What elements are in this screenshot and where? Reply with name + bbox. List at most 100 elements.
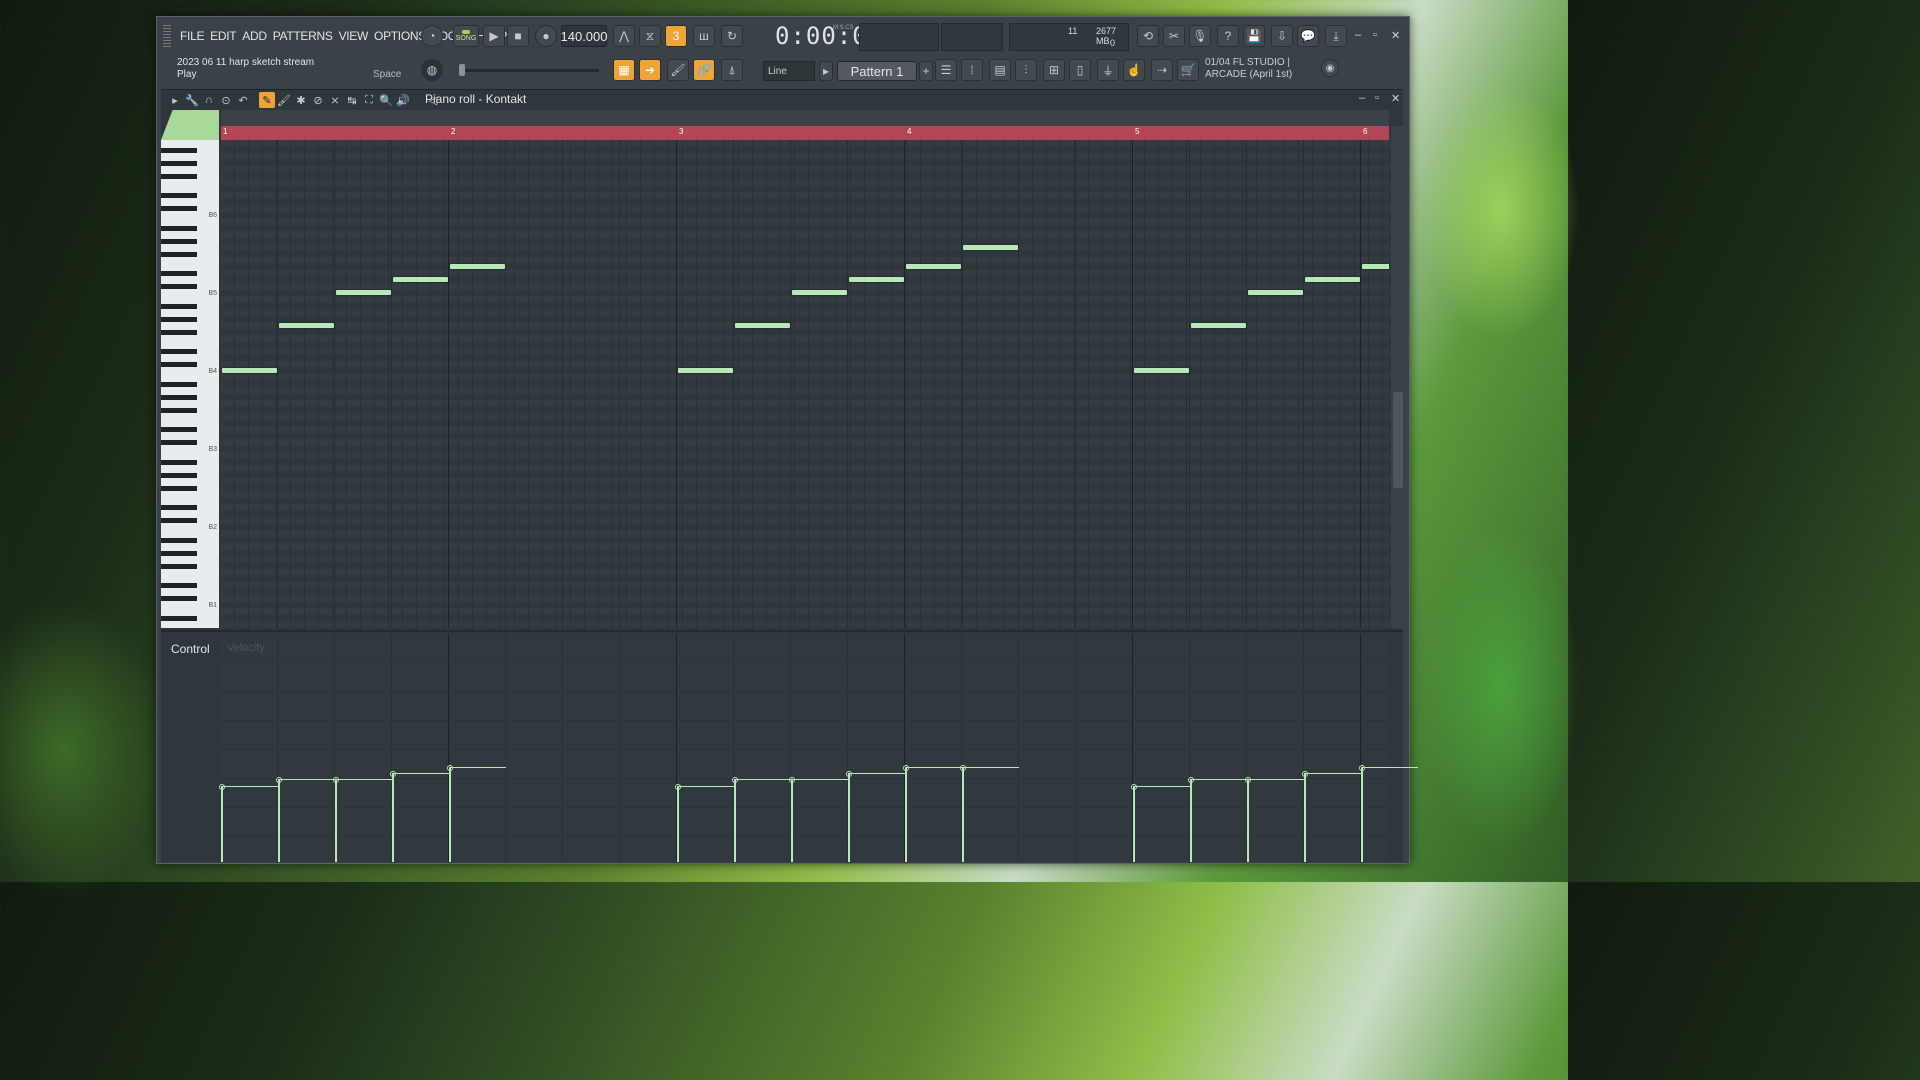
velocity-handle[interactable] [1359,764,1365,771]
note[interactable] [336,290,391,295]
black-key[interactable] [161,349,197,354]
velocity-stem[interactable] [449,767,451,862]
black-key[interactable] [161,284,197,289]
velocity-stem[interactable] [962,767,964,862]
pr-detach-button[interactable]: ▫ [1375,92,1379,104]
pencil-icon[interactable]: ✎ [259,92,275,108]
note[interactable] [222,368,277,373]
velocity-stem[interactable] [1247,780,1249,862]
black-key[interactable] [161,225,197,231]
velocity-stem[interactable] [221,786,223,862]
brush-icon[interactable]: 🖌 [667,59,689,81]
black-key[interactable] [161,518,197,523]
slider-handle[interactable] [459,64,465,76]
speaker-icon[interactable]: 🔊 [395,92,411,108]
vertical-scrollbar[interactable] [1391,126,1403,628]
note[interactable] [1248,290,1303,295]
note[interactable] [792,290,847,295]
black-key[interactable] [161,596,197,601]
pattern-prev-icon[interactable]: ▸ [819,61,833,81]
note[interactable] [279,322,334,328]
save-icon[interactable]: 💾 [1243,25,1265,47]
note[interactable] [1305,277,1360,282]
velocity-handle[interactable] [1131,783,1137,790]
playback-icon[interactable]: ⊙ [218,92,234,108]
piano-roll-title[interactable]: Piano roll - Kontakt [425,92,526,106]
countdown-button[interactable]: 3 [665,25,687,47]
velocity-handle[interactable] [219,783,225,790]
eq-icon[interactable]: ⫶ [1015,59,1037,81]
black-key[interactable] [161,550,197,556]
magnet-icon[interactable]: ∩ [201,92,217,108]
wait-input-button[interactable]: ⧖ [639,25,661,47]
wrench-icon[interactable]: 🔧 [184,92,200,108]
black-key[interactable] [161,485,197,491]
black-key[interactable] [161,505,197,510]
add-pattern-button[interactable]: + [919,61,933,81]
velocity-stem[interactable] [734,780,736,862]
pattern-overview[interactable] [221,110,1389,126]
black-key[interactable] [161,459,197,465]
control-label[interactable]: Control [171,642,210,656]
plugin-icon[interactable]: ⏚ [1097,59,1119,81]
velocity-handle[interactable] [333,777,339,784]
black-key[interactable] [161,537,197,543]
touch-icon[interactable]: ☝ [1123,59,1145,81]
menu-file[interactable]: FILE [177,29,207,43]
select-icon[interactable]: ⛶ [361,92,377,108]
undo-history-icon[interactable]: ⟲ [1137,25,1159,47]
shop-icon[interactable]: 🛒 [1177,59,1199,81]
black-key[interactable] [161,362,197,367]
midi-icon[interactable]: ⇢ [1151,59,1173,81]
note[interactable] [735,322,790,328]
stop-button[interactable]: ■ [507,25,529,47]
globe-icon[interactable]: ◉ [1321,59,1339,77]
velocity-stem[interactable] [278,780,280,862]
master-pitch-knob[interactable]: ◍ [421,59,443,81]
piano-roll-icon[interactable]: ▦ [613,59,635,81]
options-arrow-icon[interactable]: ▸ [167,92,183,108]
master-volume-slider[interactable] [459,64,599,76]
velocity-handle[interactable] [675,783,681,790]
velocity-lane[interactable] [219,634,1418,862]
velocity-handle[interactable] [447,764,453,771]
zoom-icon[interactable]: 🔍 [378,92,394,108]
play-button[interactable]: ▶ [483,25,505,47]
velocity-handle[interactable] [732,777,738,784]
black-key[interactable] [161,381,197,387]
menu-view[interactable]: VIEW [336,29,371,43]
mic-icon[interactable]: 🎙 [1189,25,1211,47]
velocity-handle[interactable] [1188,777,1194,784]
scrollbar-thumb[interactable] [1393,392,1403,488]
velocity-stem[interactable] [791,780,793,862]
black-key[interactable] [161,407,197,413]
browser-icon[interactable]: ⊞ [1043,59,1065,81]
black-key[interactable] [161,147,197,153]
pr-close-button[interactable]: ✕ [1391,92,1400,105]
drag-grip[interactable] [163,25,171,47]
pattern-selector[interactable]: Pattern 1 [837,61,917,81]
velocity-stem[interactable] [335,780,337,862]
loop-record-button[interactable]: ↻ [721,25,743,47]
tempo-display[interactable]: 140.000 [561,25,608,47]
velocity-stem[interactable] [1304,774,1306,862]
piano-keyboard[interactable]: B6 B5 B4 B3 B2 B1 [161,140,219,628]
velocity-handle[interactable] [1245,777,1251,784]
black-key[interactable] [161,316,197,322]
paint-drums-icon[interactable]: ✱ [293,92,309,108]
black-key[interactable] [161,160,197,166]
black-key[interactable] [161,329,197,335]
minimize-button[interactable]: – [1355,29,1361,41]
velocity-stem[interactable] [1190,780,1192,862]
menu-add[interactable]: ADD [239,29,269,43]
pr-minimize-button[interactable]: – [1359,92,1365,104]
playlist-icon[interactable]: ☰ [935,59,957,81]
black-key[interactable] [161,394,197,400]
velocity-handle[interactable] [789,777,795,784]
velocity-stem[interactable] [677,786,679,862]
news-panel[interactable]: 01/04 FL STUDIO | ARCADE (April 1st) [1205,57,1292,81]
render-icon[interactable]: ⇩ [1271,25,1293,47]
black-key[interactable] [161,563,197,569]
note[interactable] [849,277,904,282]
snap-selector[interactable]: Line [763,61,815,81]
